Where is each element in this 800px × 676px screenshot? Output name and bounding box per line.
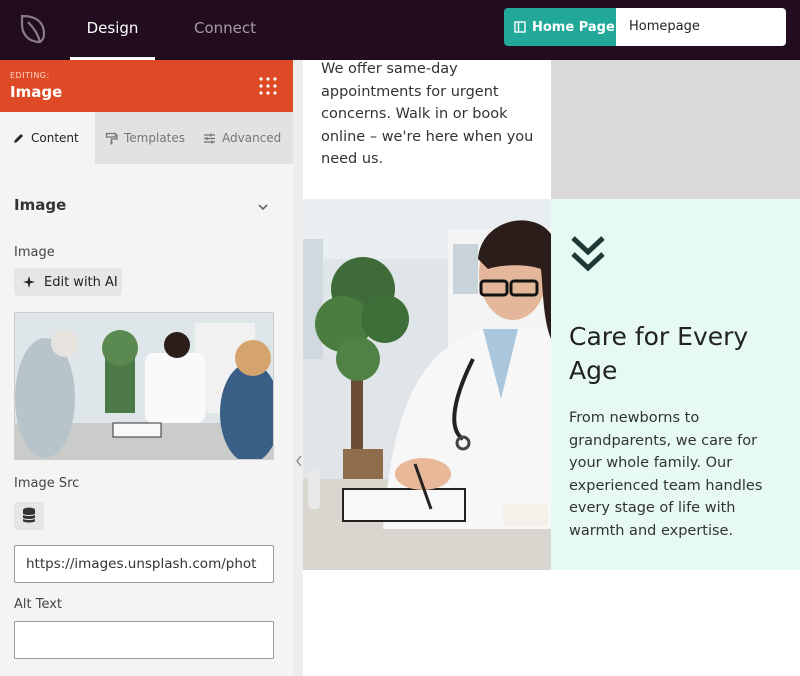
image-placeholder-block[interactable] [551,60,800,199]
page-layout-icon [514,21,526,33]
paint-roller-icon [105,132,118,144]
alt-text-input[interactable] [14,621,274,659]
doctor-image [303,199,551,570]
tab-connect[interactable]: Connect [190,0,260,60]
care-heading[interactable]: Care for Every Age [569,320,794,388]
image-thumbnail[interactable] [14,312,274,460]
edit-with-ai-button[interactable]: Edit with AI [14,268,122,296]
sparkle-icon [23,276,35,288]
pencil-icon [14,133,23,143]
sidebar-tabs: Content Templates Advanced [0,112,293,164]
intro-paragraph[interactable]: We offer same-day appointments for urgen… [321,58,546,171]
sidebar: EDITING: Image Content Templates Advance… [0,60,293,676]
image-src-label: Image Src [14,476,80,491]
tab-advanced-label: Advanced [222,131,282,145]
page-name-input[interactable]: Homepage [616,8,786,46]
tab-templates-label: Templates [124,131,186,145]
image-src-input[interactable]: https://images.unsplash.com/phot [14,545,274,583]
tab-advanced[interactable]: Advanced [193,112,293,164]
tab-content[interactable]: Content [0,112,95,164]
editing-label: EDITING: [10,71,50,80]
chevron-down-icon[interactable] [256,200,270,214]
care-paragraph[interactable]: From newborns to grandparents, we care f… [569,407,794,542]
editing-title: Image [10,83,63,101]
edit-with-ai-label: Edit with AI [44,274,118,290]
image-field-label: Image [14,245,55,260]
tab-content-label: Content [31,131,79,145]
top-bar: Design Connect Home Page Homepage [0,0,800,60]
doctor-image-thumbnail [15,313,273,459]
sidebar-collapse-handle[interactable] [293,60,303,676]
double-chevron-down-icon [571,236,605,272]
database-icon [22,507,36,523]
tab-design[interactable]: Design [70,0,155,60]
home-page-button[interactable]: Home Page [504,8,616,46]
editing-header: EDITING: Image [0,60,293,112]
dynamic-source-button[interactable] [14,502,44,530]
seedprod-logo-icon[interactable] [16,12,48,44]
chevron-left-icon[interactable] [295,454,303,468]
grid-dots-icon[interactable] [258,76,278,96]
sliders-icon [204,133,215,143]
section-title: Image [14,196,67,214]
doctor-photo[interactable] [303,199,551,570]
alt-text-label: Alt Text [14,597,63,612]
tab-templates[interactable]: Templates [95,112,193,164]
home-page-button-label: Home Page [532,19,615,35]
